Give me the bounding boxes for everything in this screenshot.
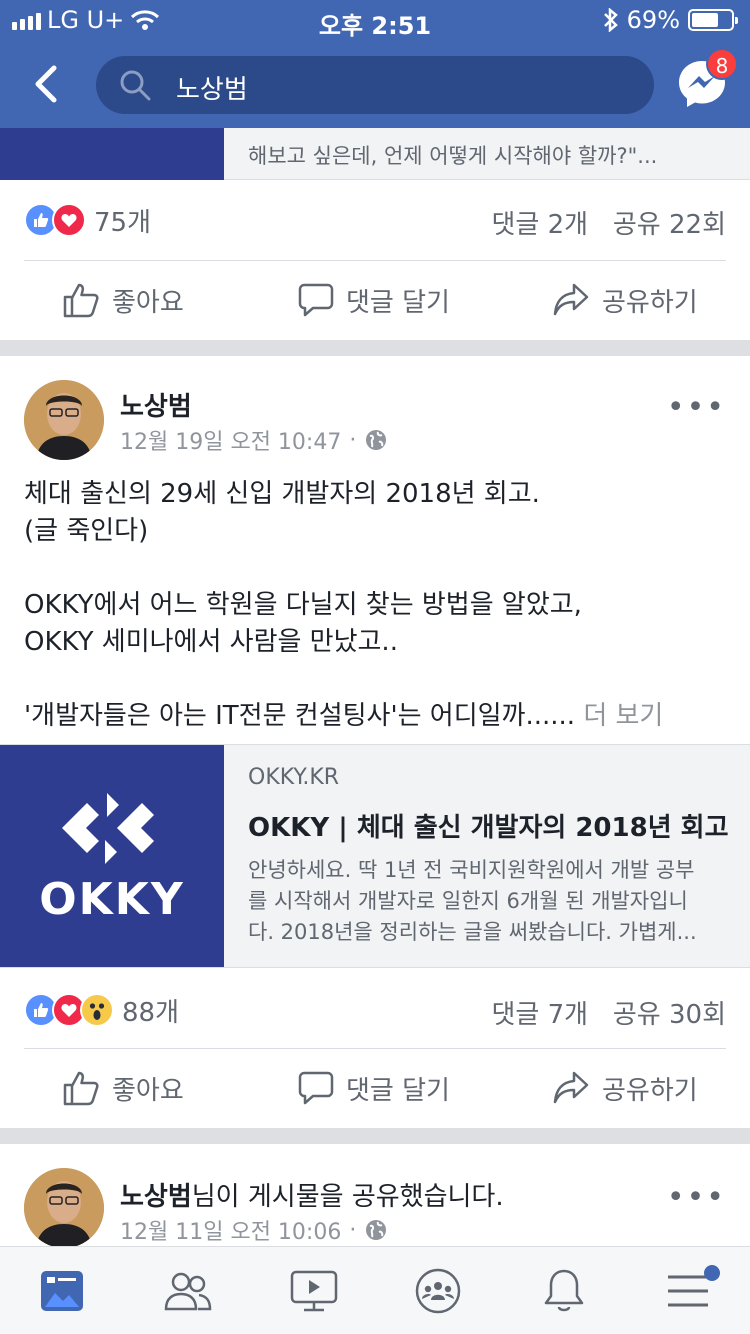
- prev-link-logo: [0, 128, 224, 180]
- share-label: 공유하기: [602, 1075, 698, 1106]
- comment-button[interactable]: 댓글 달기: [298, 1048, 450, 1128]
- post-meta: 12월 19일 오전 10:47 ·: [120, 424, 388, 456]
- reaction-summary[interactable]: 75개: [24, 200, 151, 240]
- like-label: 좋아요: [112, 287, 184, 318]
- reaction-summary[interactable]: 88개: [24, 990, 179, 1030]
- bluetooth-icon: [603, 8, 618, 32]
- author-avatar[interactable]: [24, 380, 104, 460]
- post-line-last: '개발자들은 아는 IT전문 컨설팅사'는 어디일까...... 더 보기: [24, 698, 726, 735]
- thumbs-up-icon: [63, 1071, 99, 1106]
- link-desc-line: 다. 2018년을 정리하는 글을 써봤습니다. 가볍게...: [248, 920, 697, 944]
- groups-icon: [415, 1268, 461, 1314]
- link-desc-line: 안녕하세요. 딱 1년 전 국비지원학원에서 개발 공부: [248, 858, 695, 882]
- watch-video-icon: [290, 1270, 338, 1312]
- post-line: [24, 550, 726, 587]
- share-count[interactable]: 공유 30회: [613, 1000, 726, 1030]
- back-arrow-icon[interactable]: [28, 62, 68, 106]
- menu-notification-dot: [704, 1265, 720, 1281]
- top-bar: LG U+ 오후 2:51 69% 노상범 8: [0, 0, 750, 128]
- link-title: OKKY | 체대 출신 개발자의 2018년 회고: [248, 813, 729, 843]
- search-bar[interactable]: 노상범: [96, 56, 654, 114]
- share-action-text: 님이 게시물을 공유했습니다.: [191, 1182, 504, 1212]
- link-description: 안녕하세요. 딱 1년 전 국비지원학원에서 개발 공부 를 시작해서 개발자로…: [248, 855, 730, 948]
- love-reaction-icon: [52, 203, 86, 237]
- more-options-icon[interactable]: •••: [667, 390, 726, 425]
- search-query[interactable]: 노상범: [176, 69, 248, 106]
- friends-icon: [164, 1272, 212, 1311]
- like-button[interactable]: 좋아요: [62, 260, 184, 340]
- more-options-icon[interactable]: •••: [667, 1180, 726, 1215]
- share-button[interactable]: 공유하기: [552, 260, 698, 340]
- post-text: 체대 출신의 29세 신입 개발자의 2018년 회고. (글 죽인다) OKK…: [24, 476, 726, 735]
- see-more-link[interactable]: 더 보기: [583, 701, 663, 731]
- prev-link-preview[interactable]: 해보고 싶은데, 언제 어떻게 시작해야 할까?"...: [0, 128, 750, 180]
- author-avatar[interactable]: [24, 1168, 104, 1248]
- share-count[interactable]: 공유 22회: [613, 210, 726, 240]
- news-feed-icon: [41, 1271, 83, 1311]
- comment-button[interactable]: 댓글 달기: [298, 260, 450, 340]
- author-name[interactable]: 노상범: [120, 386, 192, 423]
- comment-label: 댓글 달기: [346, 1075, 450, 1106]
- post-last-line: '개발자들은 아는 IT전문 컨설팅사'는 어디일까......: [24, 701, 576, 731]
- comment-label: 댓글 달기: [346, 287, 450, 318]
- separator-dot: ·: [349, 427, 357, 453]
- author-name[interactable]: 노상범: [120, 1182, 192, 1212]
- search-icon: [120, 70, 151, 101]
- thumbs-up-icon: [63, 283, 99, 318]
- tab-news-feed[interactable]: [32, 1261, 92, 1321]
- link-preview[interactable]: OKKY OKKY.KR OKKY | 체대 출신 개발자의 2018년 회고 …: [0, 744, 750, 968]
- separator-dot: ·: [349, 1217, 357, 1243]
- post-card: 노상범 12월 19일 오전 10:47 · ••• 체대 출신의 29세 신입…: [0, 356, 750, 1128]
- action-bar: 좋아요 댓글 달기 공유하기: [0, 1048, 750, 1128]
- link-domain: OKKY.KR: [248, 765, 340, 790]
- battery-icon: [688, 9, 738, 31]
- tab-watch[interactable]: [284, 1261, 344, 1321]
- battery-percent: 69%: [626, 6, 680, 34]
- post-line: OKKY에서 어느 학원을 다닐지 찾는 방법을 알았고,: [24, 590, 582, 620]
- share-button[interactable]: 공유하기: [552, 1048, 698, 1128]
- like-label: 좋아요: [112, 1075, 184, 1106]
- tab-groups[interactable]: [408, 1261, 468, 1321]
- share-icon: [553, 283, 589, 316]
- share-icon: [553, 1071, 589, 1104]
- share-headline: 노상범님이 게시물을 공유했습니다.: [120, 1176, 504, 1213]
- share-label: 공유하기: [602, 287, 698, 318]
- tab-menu[interactable]: [658, 1261, 720, 1321]
- messenger-badge: 8: [706, 48, 738, 80]
- comment-icon: [298, 283, 334, 317]
- okky-mark-icon: [62, 792, 154, 864]
- reaction-count: 75개: [94, 207, 152, 238]
- engagement-stats[interactable]: 댓글 2개 공유 22회: [492, 204, 726, 241]
- engagement-stats[interactable]: 댓글 7개 공유 30회: [492, 994, 726, 1031]
- okky-logo: OKKY: [0, 745, 224, 967]
- post-timestamp[interactable]: 12월 11일 오전 10:06: [120, 1214, 341, 1246]
- okky-logo-text: OKKY: [39, 873, 185, 925]
- reaction-count: 88개: [122, 997, 180, 1028]
- bell-icon: [544, 1269, 584, 1312]
- post-line: [24, 661, 726, 698]
- action-bar: 좋아요 댓글 달기 공유하기: [0, 260, 750, 340]
- post-timestamp[interactable]: 12월 19일 오전 10:47: [120, 424, 341, 456]
- comment-count[interactable]: 댓글 7개: [492, 1000, 589, 1030]
- globe-icon: [366, 1220, 387, 1240]
- prev-link-desc: 해보고 싶은데, 언제 어떻게 시작해야 할까?"...: [248, 144, 658, 168]
- status-bar: LG U+ 오후 2:51 69%: [0, 0, 750, 40]
- wow-reaction-icon: [80, 993, 114, 1027]
- messenger-button[interactable]: 8: [676, 48, 738, 110]
- bottom-tab-bar: [0, 1246, 750, 1334]
- tab-notifications[interactable]: [534, 1261, 594, 1321]
- globe-icon: [366, 430, 387, 450]
- comment-count[interactable]: 댓글 2개: [492, 210, 589, 240]
- post-line: 체대 출신의 29세 신입 개발자의 2018년 회고.: [24, 479, 540, 509]
- link-desc-line: 를 시작해서 개발자로 일한지 6개월 된 개발자입니: [248, 889, 688, 913]
- like-button[interactable]: 좋아요: [62, 1048, 184, 1128]
- post-meta: 12월 11일 오전 10:06 ·: [120, 1214, 388, 1246]
- post-line: (글 죽인다): [24, 516, 149, 546]
- next-post-card: 노상범님이 게시물을 공유했습니다. 12월 11일 오전 10:06 · ••…: [0, 1144, 750, 1254]
- post-line: OKKY 세미나에서 사람을 만났고..: [24, 627, 398, 657]
- tab-friends[interactable]: [158, 1261, 218, 1321]
- previous-post-card: 해보고 싶은데, 언제 어떻게 시작해야 할까?"... 75개 댓글 2개 공…: [0, 128, 750, 340]
- comment-icon: [298, 1071, 334, 1105]
